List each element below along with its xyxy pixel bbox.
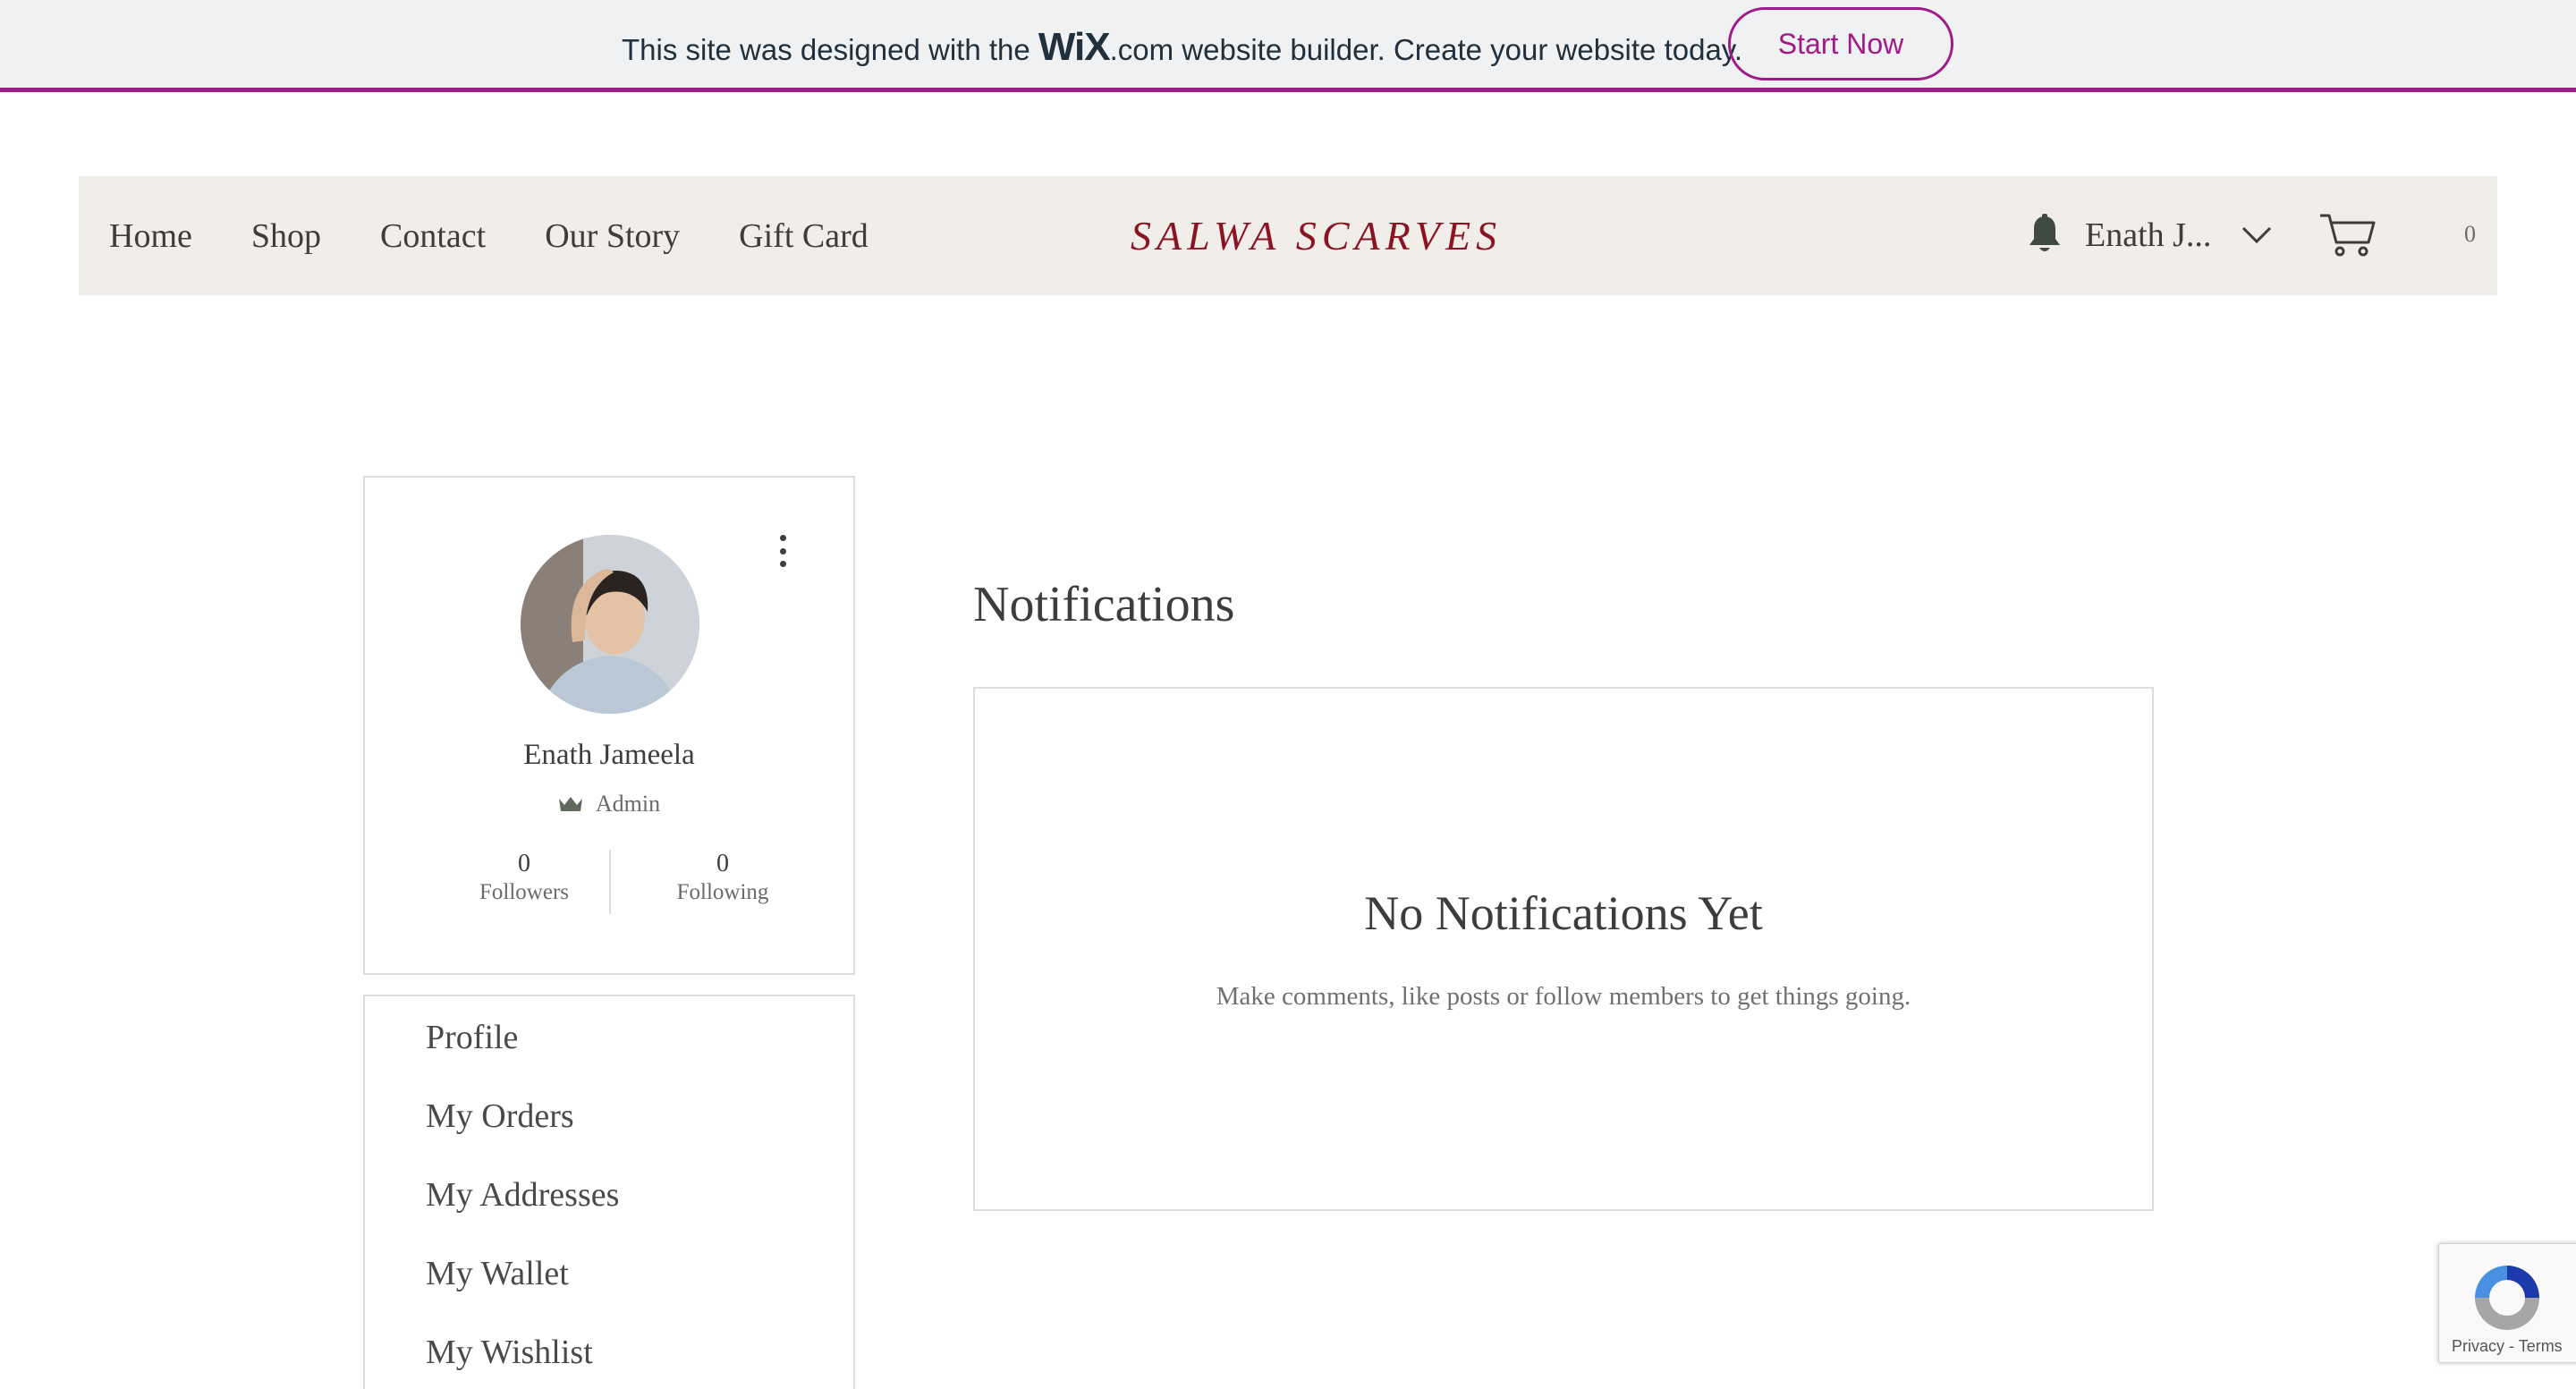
recaptcha-privacy-link[interactable]: Privacy: [2452, 1337, 2504, 1355]
followers-stat[interactable]: 0 Followers: [435, 850, 614, 905]
nav-home[interactable]: Home: [109, 216, 192, 256]
wix-logo[interactable]: WiX: [1038, 25, 1111, 69]
stat-divider: [609, 850, 611, 914]
main-nav: Home Shop Contact Our Story Gift Card: [109, 176, 928, 295]
role-label: Admin: [595, 791, 661, 817]
wix-banner-text-after: .com website builder. Create your websit…: [1109, 33, 1743, 66]
recaptcha-links: Privacy - Terms: [2452, 1337, 2563, 1356]
wix-banner: This site was designed with the WiX.com …: [0, 0, 2576, 92]
recaptcha-separator: -: [2504, 1337, 2519, 1355]
nav-shop[interactable]: Shop: [251, 216, 321, 256]
followers-count: 0: [518, 850, 530, 877]
site-header: Home Shop Contact Our Story Gift Card SA…: [79, 176, 2497, 295]
avatar[interactable]: [521, 535, 699, 714]
menu-item-my-wallet[interactable]: My Wallet: [426, 1254, 569, 1293]
site-logo[interactable]: SALWA SCARVES: [1131, 176, 1502, 295]
menu-item-my-addresses[interactable]: My Addresses: [426, 1175, 619, 1215]
nav-gift-card[interactable]: Gift Card: [739, 216, 869, 256]
notifications-panel: No Notifications Yet Make comments, like…: [973, 687, 2154, 1211]
cart-count: 0: [2464, 221, 2476, 247]
following-count: 0: [716, 850, 729, 877]
followers-label: Followers: [479, 880, 569, 904]
cart-icon[interactable]: [2318, 212, 2377, 257]
nav-contact[interactable]: Contact: [380, 216, 486, 256]
menu-item-profile[interactable]: Profile: [426, 1018, 518, 1057]
wix-banner-text: This site was designed with the WiX.com …: [622, 25, 1742, 70]
following-stat[interactable]: 0 Following: [633, 850, 812, 905]
wix-banner-text-before: This site was designed with the: [622, 33, 1038, 66]
user-menu-name[interactable]: Enath J...: [2085, 216, 2211, 255]
recaptcha-terms-link[interactable]: Terms: [2519, 1337, 2563, 1355]
recaptcha-icon: [2475, 1266, 2539, 1330]
menu-item-my-wishlist[interactable]: My Wishlist: [426, 1333, 593, 1372]
menu-item-my-orders[interactable]: My Orders: [426, 1097, 574, 1136]
crown-icon: [558, 797, 582, 811]
profile-card: Enath Jameela Admin 0 Followers 0 Follow…: [363, 476, 855, 975]
chevron-down-icon[interactable]: [2240, 221, 2274, 248]
empty-state-title: No Notifications Yet: [1364, 886, 1763, 940]
following-label: Following: [676, 880, 769, 904]
member-menu: Profile My Orders My Addresses My Wallet…: [363, 995, 855, 1389]
start-now-button[interactable]: Start Now: [1728, 7, 1953, 80]
more-options-icon[interactable]: [769, 531, 796, 571]
avatar-photo: [521, 535, 699, 714]
empty-state-subtitle: Make comments, like posts or follow memb…: [1216, 982, 1911, 1011]
member-role: Admin: [365, 791, 853, 817]
page-title: Notifications: [973, 577, 1235, 632]
recaptcha-badge: Privacy - Terms: [2438, 1243, 2576, 1363]
member-name: Enath Jameela: [523, 739, 695, 771]
nav-our-story[interactable]: Our Story: [545, 216, 680, 256]
bell-icon[interactable]: [2027, 214, 2063, 255]
